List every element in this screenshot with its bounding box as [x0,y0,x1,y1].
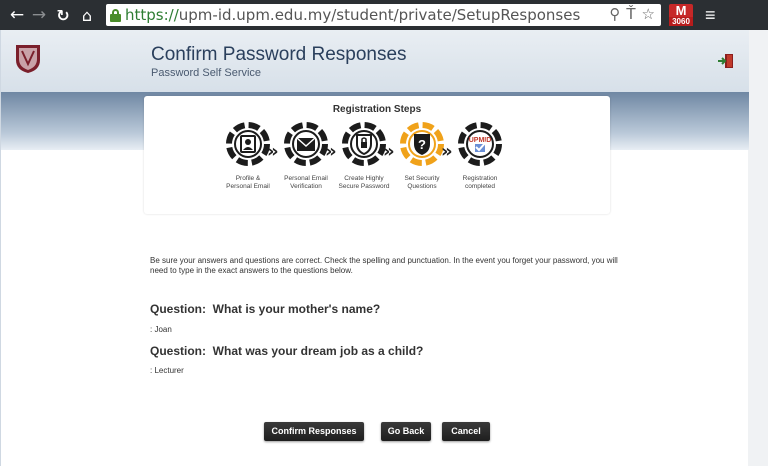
step-label: Set Security Questions [404,175,440,190]
page-header: Confirm Password Responses Password Self… [1,30,749,92]
gmail-extension-icon[interactable]: M 3060 [669,4,693,26]
forward-arrow-icon[interactable]: → [28,5,50,25]
steps-title: Registration Steps [332,104,422,115]
upmid-check-icon: UPMID [458,122,502,166]
secure-password-icon [342,122,386,166]
question-1: Question: What is your mother's name? [150,302,380,316]
step-registration-completed: UPMID Registration completed [448,120,512,191]
scrollbar[interactable] [748,30,768,466]
step-label: Create Highly Secure Password [338,175,390,190]
question-2: Question: What was your dream job as a c… [150,344,423,358]
step-label: Personal Email Verification [284,175,328,190]
reload-icon[interactable]: ↻ [52,6,74,25]
question-shield-icon: ? [400,122,444,166]
confirm-responses-button[interactable]: Confirm Responses [264,422,364,441]
url-scheme: https:// [125,6,179,24]
page-title: Confirm Password Responses [151,44,407,65]
instructions-text: Be sure your answers and questions are c… [150,256,618,275]
svg-text:UPMID: UPMID [469,137,492,144]
registration-steps-panel: Registration Steps Profile & Personal Ema… [144,96,610,214]
cancel-button[interactable]: Cancel [442,422,490,441]
question-label: Question: [150,344,206,358]
bookmark-star-icon[interactable]: ☆ [642,5,655,23]
browser-toolbar: ← → ↻ ⌂ https://upm-id.upm.edu.my/studen… [0,0,768,30]
home-icon[interactable]: ⌂ [76,6,98,25]
answer-2: : Lecturer [150,366,184,375]
step-label: Profile & Personal Email [226,175,270,190]
menu-icon[interactable]: ≡ [705,5,716,26]
gmail-unread-count: 3060 [669,17,693,26]
go-back-button[interactable]: Go Back [381,422,431,441]
answer-1: : Joan [150,325,172,334]
svg-text:?: ? [418,137,426,152]
profile-card-icon [226,122,270,166]
page-content: Confirm Password Responses Password Self… [0,30,749,466]
envelope-icon [284,122,328,166]
upm-logo-icon [16,45,40,73]
url-path: upm-id.upm.edu.my/student/private/SetupR… [178,6,581,24]
translate-icon[interactable]: Ť [626,5,635,23]
lock-icon [110,9,121,22]
signout-icon[interactable] [717,52,735,70]
question-text: What was your dream job as a child? [212,344,424,358]
step-label: Registration completed [462,175,498,190]
address-bar[interactable]: https://upm-id.upm.edu.my/student/privat… [106,4,661,26]
search-icon[interactable]: ⚲ [609,5,620,23]
question-text: What is your mother's name? [212,302,381,316]
back-arrow-icon[interactable]: ← [6,5,28,25]
page-subtitle: Password Self Service [151,67,262,79]
question-label: Question: [150,302,206,316]
